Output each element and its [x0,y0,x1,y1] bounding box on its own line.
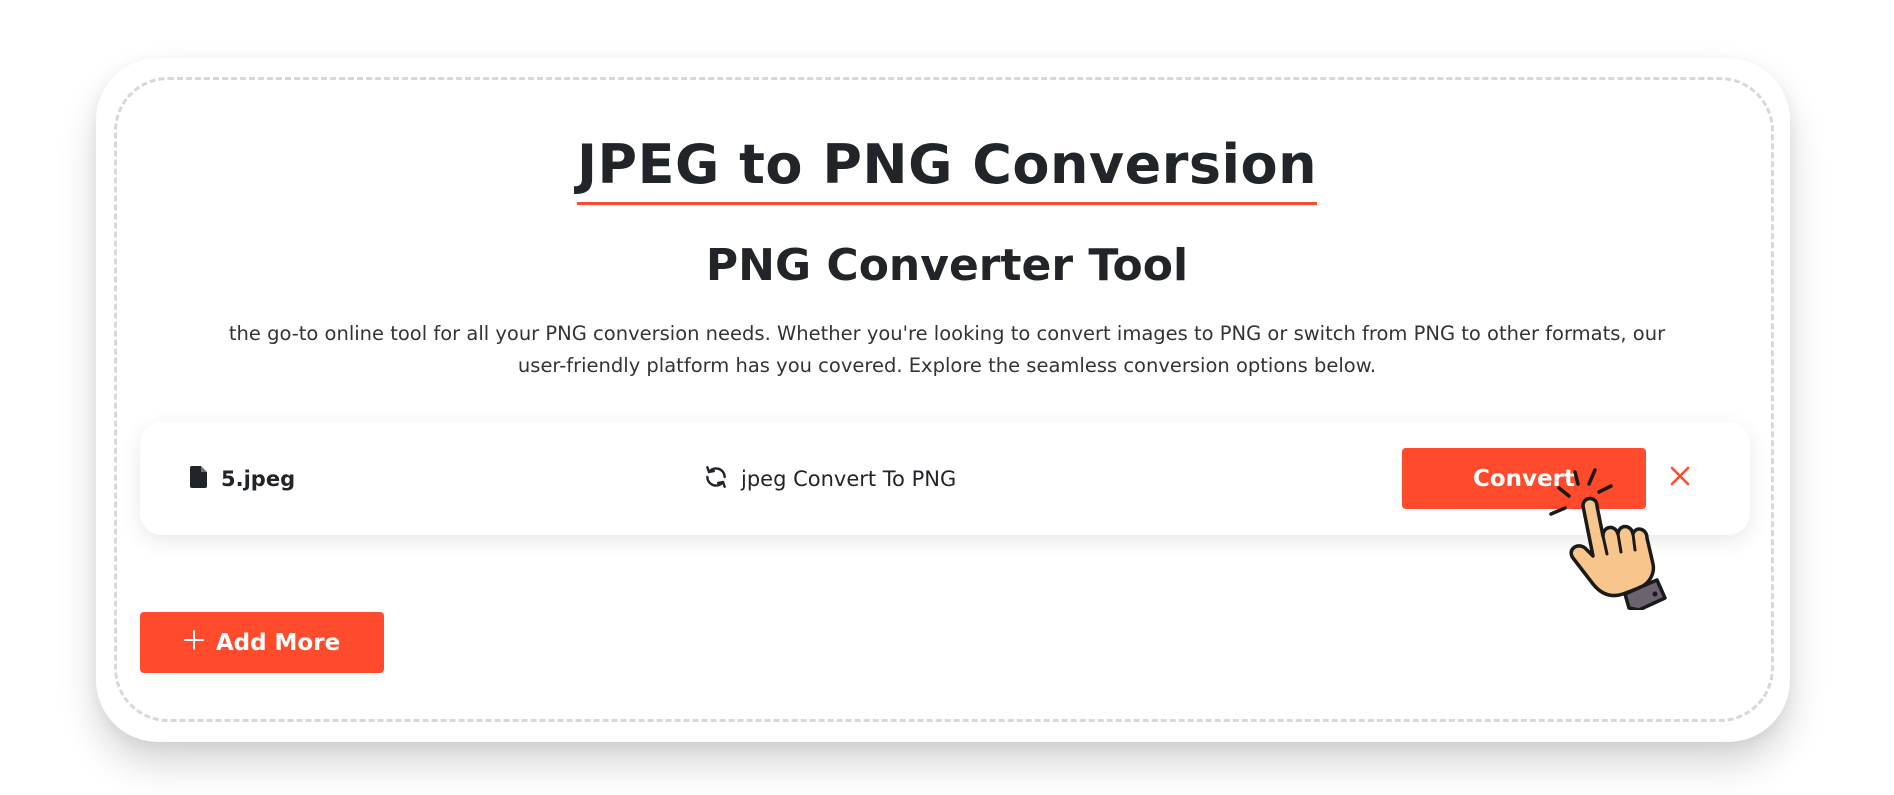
conversion-info: jpeg Convert To PNG [703,464,956,494]
page-title: JPEG to PNG Conversion [576,128,1318,205]
file-icon [190,465,207,493]
sync-icon [703,464,729,495]
add-more-button[interactable]: Add More [140,612,384,673]
plus-icon [183,629,204,656]
hand-click-icon [1545,462,1693,612]
title-wrapper: JPEG to PNG Conversion [0,128,1894,205]
page-description: the go-to online tool for all your PNG c… [228,322,1666,377]
file-name: 5.jpeg [221,467,296,491]
add-more-label: Add More [215,629,341,656]
file-name-group: 5.jpeg [190,464,295,494]
conversion-label: jpeg Convert To PNG [741,467,957,491]
page-subtitle: PNG Converter Tool [705,240,1189,291]
